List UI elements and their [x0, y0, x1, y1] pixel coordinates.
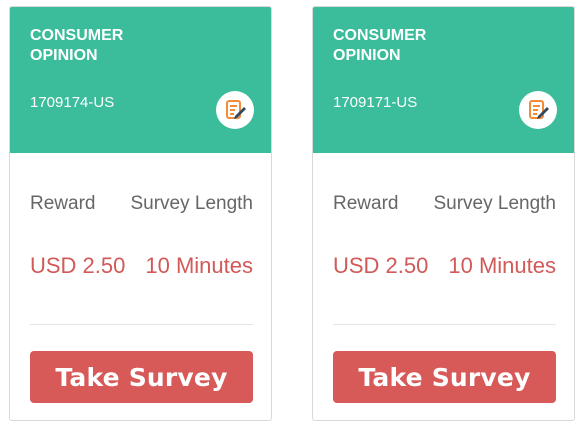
divider [333, 324, 556, 325]
survey-card-header: CONSUMER OPINION 1709171-US [313, 7, 574, 153]
survey-title: CONSUMER OPINION [30, 27, 124, 64]
reward-value: USD 2.50 [30, 253, 126, 278]
survey-length-label: Survey Length [433, 193, 556, 214]
survey-card: CONSUMER OPINION 1709171-US Reward Surve… [312, 6, 575, 421]
survey-card: CONSUMER OPINION 1709174-US Reward Surve… [9, 6, 272, 421]
survey-id: 1709174-US [30, 94, 115, 111]
survey-edit-icon [216, 91, 254, 129]
survey-values-row: USD 2.50 10 Minutes [30, 253, 253, 279]
survey-edit-icon [519, 91, 557, 129]
reward-label: Reward [333, 193, 399, 214]
survey-labels-row: Reward Survey Length [30, 193, 253, 215]
reward-value: USD 2.50 [333, 253, 429, 278]
survey-labels-row: Reward Survey Length [333, 193, 556, 215]
survey-length-label: Survey Length [130, 193, 253, 214]
take-survey-button[interactable]: Take Survey [333, 351, 556, 403]
reward-label: Reward [30, 193, 96, 214]
survey-values-row: USD 2.50 10 Minutes [333, 253, 556, 279]
survey-title: CONSUMER OPINION [333, 27, 427, 64]
survey-id: 1709171-US [333, 94, 418, 111]
divider [30, 324, 253, 325]
survey-length-value: 10 Minutes [145, 253, 253, 278]
survey-length-value: 10 Minutes [448, 253, 556, 278]
take-survey-button[interactable]: Take Survey [30, 351, 253, 403]
survey-card-header: CONSUMER OPINION 1709174-US [10, 7, 271, 153]
